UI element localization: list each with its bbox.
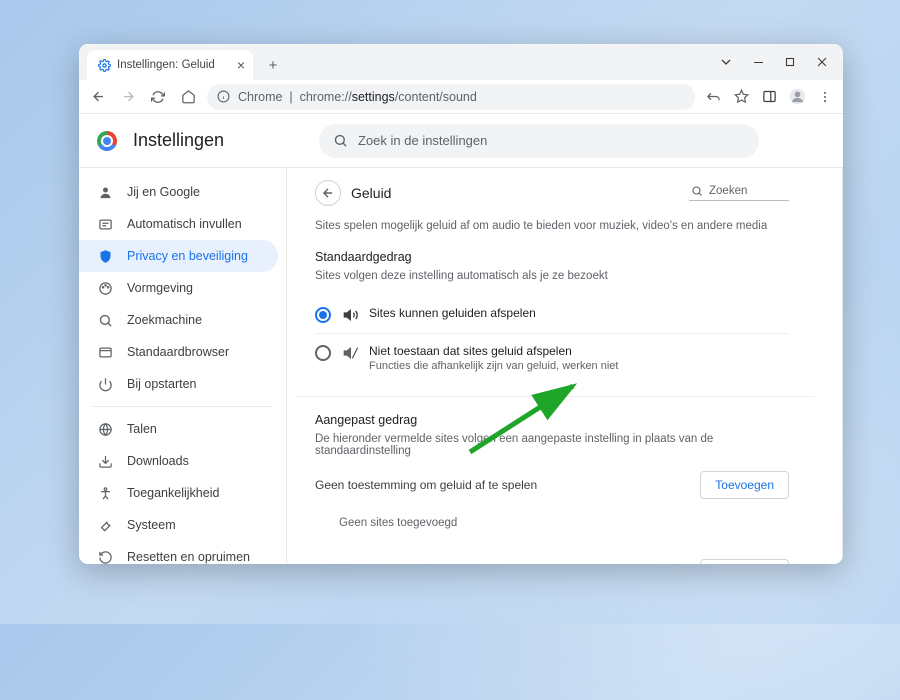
page-intro: Sites spelen mogelijk geluid af om audio… [315, 220, 789, 232]
sidebar-item-reset[interactable]: Resetten en opruimen [79, 541, 278, 564]
radio-block-label: Niet toestaan dat sites geluid afspelen [369, 344, 618, 358]
search-icon [97, 312, 113, 328]
custom-behavior-sub: De hieronder vermelde sites volgen een a… [315, 433, 789, 457]
sidebar-item-label: Toegankelijkheid [127, 486, 219, 500]
sidebar-item-label: Resetten en opruimen [127, 550, 250, 564]
window-controls [711, 44, 837, 80]
add-allowed-site-button[interactable]: Toevoegen [700, 559, 789, 564]
sidebar-item-system[interactable]: Systeem [79, 509, 278, 541]
tab-close-icon[interactable]: × [237, 58, 245, 72]
caret-down-icon[interactable] [711, 50, 741, 74]
search-icon [333, 133, 348, 148]
window-minimize-button[interactable] [743, 50, 773, 74]
palette-icon [97, 280, 113, 296]
shield-icon [97, 248, 113, 264]
settings-search-input[interactable]: Zoek in de instellingen [319, 124, 759, 158]
radio-icon-selected [315, 307, 331, 323]
settings-sidebar: Jij en Google Automatisch invullen Priva… [79, 168, 287, 564]
kebab-menu-icon[interactable] [815, 87, 835, 107]
sidebar-item-downloads[interactable]: Downloads [79, 445, 278, 477]
search-placeholder: Zoek in de instellingen [358, 133, 487, 148]
download-icon [97, 453, 113, 469]
sidebar-item-label: Automatisch invullen [127, 217, 242, 231]
sidebar-item-startup[interactable]: Bij opstarten [79, 368, 278, 400]
reload-button[interactable] [147, 86, 169, 108]
back-button[interactable] [87, 86, 109, 108]
sidebar-item-you-and-google[interactable]: Jij en Google [79, 176, 278, 208]
sidebar-item-label: Standaardbrowser [127, 345, 229, 359]
blocked-empty-text: Geen sites toegevoegd [315, 511, 789, 539]
sidebar-item-label: Downloads [127, 454, 189, 468]
divider [93, 406, 272, 407]
address-bar[interactable]: Chrome | chrome://settings/content/sound [207, 84, 695, 110]
share-icon[interactable] [703, 87, 723, 107]
star-icon[interactable] [731, 87, 751, 107]
tab-title: Instellingen: Geluid [117, 59, 215, 71]
radio-icon [315, 345, 331, 361]
sidebar-item-default-browser[interactable]: Standaardbrowser [79, 336, 278, 368]
default-behavior-title: Standaardgedrag [315, 250, 789, 264]
default-behavior-sub: Sites volgen deze instelling automatisch… [315, 270, 789, 282]
info-icon [217, 90, 230, 103]
panel-icon[interactable] [759, 87, 779, 107]
divider [295, 396, 815, 397]
sidebar-item-label: Zoekmachine [127, 313, 202, 327]
forward-button[interactable] [117, 86, 139, 108]
page-search-input[interactable]: Zoeken [689, 185, 789, 201]
custom-behavior-title: Aangepast gedrag [315, 413, 789, 427]
radio-block-sub: Functies die afhankelijk zijn van geluid… [369, 360, 618, 372]
settings-main: Geluid Zoeken Sites spelen mogelijk gelu… [287, 168, 843, 564]
sidebar-item-appearance[interactable]: Vormgeving [79, 272, 278, 304]
home-button[interactable] [177, 86, 199, 108]
chrome-window: Instellingen: Geluid × + Chrome | chrome… [79, 44, 843, 564]
volume-on-icon [343, 307, 359, 323]
radio-allow-sound[interactable]: Sites kunnen geluiden afspelen [315, 296, 789, 333]
volume-off-icon [343, 345, 359, 361]
sidebar-item-accessibility[interactable]: Toegankelijkheid [79, 477, 278, 509]
sidebar-item-label: Jij en Google [127, 185, 200, 199]
sidebar-item-languages[interactable]: Talen [79, 413, 278, 445]
not-allowed-label: Geen toestemming om geluid af te spelen [315, 478, 537, 492]
autofill-icon [97, 216, 113, 232]
page-search-label: Zoeken [709, 185, 747, 197]
browser-tab[interactable]: Instellingen: Geluid × [87, 50, 253, 80]
accessibility-icon [97, 485, 113, 501]
sidebar-item-privacy[interactable]: Privacy en beveiliging [79, 240, 278, 272]
page-back-button[interactable] [315, 180, 341, 206]
gear-icon [97, 58, 111, 72]
sidebar-item-label: Talen [127, 422, 157, 436]
search-icon [691, 185, 703, 197]
titlebar: Instellingen: Geluid × + [79, 44, 843, 80]
power-icon [97, 376, 113, 392]
globe-icon [97, 421, 113, 437]
sidebar-item-label: Systeem [127, 518, 176, 532]
chrome-logo-icon [97, 131, 117, 151]
add-blocked-site-button[interactable]: Toevoegen [700, 471, 789, 499]
radio-allow-label: Sites kunnen geluiden afspelen [369, 306, 536, 320]
radio-block-sound[interactable]: Niet toestaan dat sites geluid afspelen … [315, 333, 789, 382]
settings-header: Instellingen Zoek in de instellingen [79, 114, 843, 168]
sidebar-item-label: Vormgeving [127, 281, 193, 295]
app-title: Instellingen [133, 130, 303, 151]
profile-avatar[interactable] [787, 87, 807, 107]
sidebar-item-search[interactable]: Zoekmachine [79, 304, 278, 336]
sidebar-item-autofill[interactable]: Automatisch invullen [79, 208, 278, 240]
page-title: Geluid [351, 185, 679, 201]
divider [842, 168, 843, 564]
person-icon [97, 184, 113, 200]
window-maximize-button[interactable] [775, 50, 805, 74]
browser-toolbar: Chrome | chrome://settings/content/sound [79, 80, 843, 114]
reset-icon [97, 549, 113, 564]
url-text: Chrome | chrome://settings/content/sound [238, 90, 477, 104]
window-close-button[interactable] [807, 50, 837, 74]
sidebar-item-label: Privacy en beveiliging [127, 249, 248, 263]
new-tab-button[interactable]: + [261, 53, 285, 77]
sidebar-item-label: Bij opstarten [127, 377, 196, 391]
wrench-icon [97, 517, 113, 533]
browser-icon [97, 344, 113, 360]
